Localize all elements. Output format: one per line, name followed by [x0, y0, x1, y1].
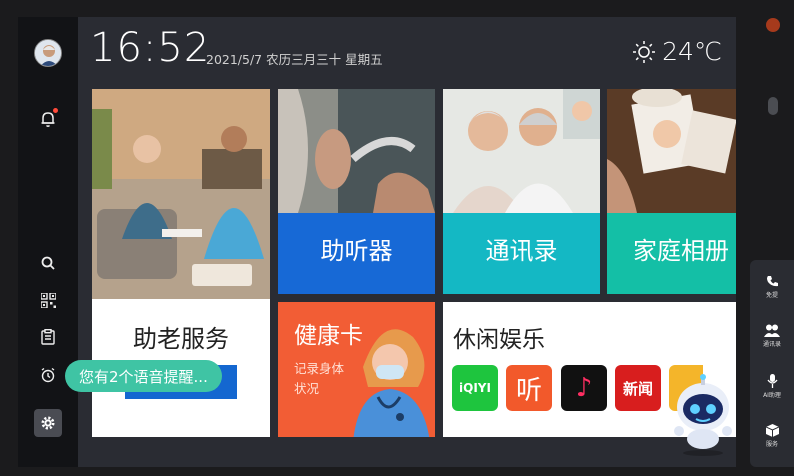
- contacts-label: 通讯录: [485, 237, 558, 265]
- device-frame: 16:52 2021/5/7 农历三月三十 星期五 24℃ 助老服务 助听器 通…: [0, 0, 794, 476]
- iqiyi-app-icon[interactable]: iQIYI: [452, 365, 498, 411]
- couple-photo: [443, 89, 600, 213]
- weather-widget[interactable]: 24℃: [632, 37, 722, 66]
- settings-button[interactable]: [34, 409, 62, 437]
- hearing-aid-label: 助听器: [320, 237, 393, 265]
- tile-health-card[interactable]: 健康卡 记录身体 状况: [278, 302, 435, 437]
- notification-dot: [53, 108, 58, 113]
- health-card-subtitle-1: 记录身体: [294, 361, 345, 376]
- elder-service-label: 助老服务: [133, 325, 229, 353]
- camera-indicator: [766, 18, 780, 32]
- right-quick-panel: 免提 通讯录 AI助理 服务: [750, 260, 794, 467]
- microphone-icon: [766, 374, 778, 388]
- sun-icon: [633, 40, 656, 63]
- tile-contacts[interactable]: 通讯录: [443, 89, 600, 294]
- service-label: 服务: [765, 441, 778, 448]
- search-icon[interactable]: [34, 249, 62, 277]
- alarm-icon[interactable]: [34, 361, 62, 389]
- phone-icon: [766, 276, 778, 287]
- qrcode-icon[interactable]: [34, 286, 62, 314]
- leisure-label: 休闲娱乐: [453, 327, 545, 353]
- news-app-icon[interactable]: 新闻: [615, 365, 661, 411]
- douyin-app-icon[interactable]: ♪: [561, 365, 607, 411]
- bell-icon[interactable]: [34, 105, 62, 133]
- gear-icon: [41, 416, 55, 430]
- tile-family-album[interactable]: 家庭相册: [607, 89, 736, 294]
- box-icon: [765, 424, 779, 437]
- nurse-illustration: [353, 329, 430, 437]
- speaker-phone-button[interactable]: 免提: [750, 275, 794, 299]
- family-album-label: 家庭相册: [633, 237, 729, 265]
- caregiver-photo: [92, 89, 270, 299]
- contacts-short-label: 通讯录: [762, 341, 781, 348]
- clipboard-icon[interactable]: [34, 323, 62, 351]
- hearing-aid-photo: [278, 89, 435, 213]
- temperature: 24℃: [662, 37, 722, 66]
- contacts-icon: [764, 324, 780, 337]
- clock: 16:52: [90, 25, 211, 71]
- camera-slider: [768, 97, 778, 115]
- health-card-subtitle-2: 状况: [294, 381, 320, 396]
- ai-assistant-button[interactable]: AI助理: [750, 374, 794, 399]
- date-text: 2021/5/7 农历三月三十 星期五: [206, 52, 383, 67]
- album-photo: [607, 89, 736, 213]
- tile-hearing-aid[interactable]: 助听器: [278, 89, 435, 294]
- service-button[interactable]: 服务: [750, 424, 794, 448]
- ting-app-icon[interactable]: 听: [506, 365, 552, 411]
- speaker-label: 免提: [765, 292, 778, 299]
- home-screen: 16:52 2021/5/7 农历三月三十 星期五 24℃ 助老服务 助听器 通…: [18, 17, 736, 467]
- user-avatar[interactable]: [34, 39, 62, 67]
- sidebar: [18, 17, 78, 467]
- contacts-button[interactable]: 通讯录: [750, 324, 794, 348]
- voice-reminder-toast[interactable]: 您有2个语音提醒...: [65, 360, 222, 392]
- ai-label: AI助理: [763, 392, 781, 399]
- robot-assistant-icon[interactable]: [670, 373, 736, 457]
